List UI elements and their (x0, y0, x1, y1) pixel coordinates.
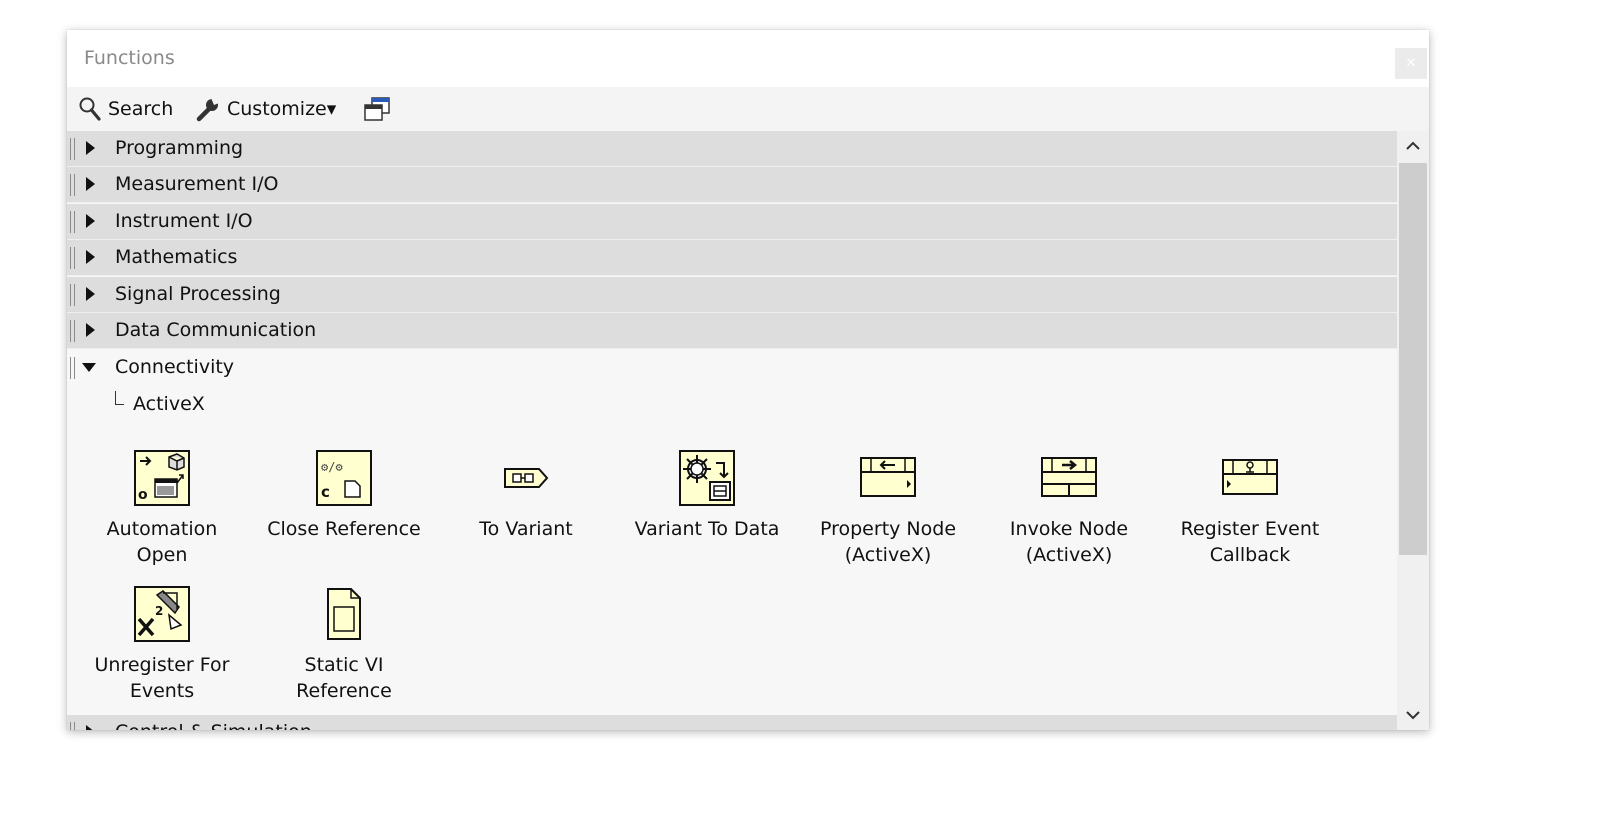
category-measurement-io[interactable]: Measurement I/O (67, 167, 1397, 203)
expand-arrow-icon[interactable] (86, 177, 95, 191)
function-close-reference[interactable]: ⚙/⚙ c Close Reference (254, 449, 434, 542)
property-node-icon (860, 457, 916, 497)
automation-open-icon: o (134, 450, 190, 506)
register-event-callback-icon (1222, 459, 1278, 495)
wrench-icon (196, 98, 219, 122)
window-title: Functions (84, 47, 175, 69)
category-connectivity[interactable]: Connectivity (67, 350, 1397, 386)
drag-grip-icon[interactable] (70, 320, 75, 342)
title-bar[interactable]: Functions ✕ (67, 30, 1429, 87)
function-label: To Variant (479, 518, 573, 540)
function-label: Automation Open (106, 518, 218, 566)
function-label: Property Node (ActiveX) (819, 518, 957, 566)
scroll-up-button[interactable] (1397, 131, 1429, 161)
scroll-down-button[interactable] (1397, 700, 1429, 730)
close-icon: ✕ (1405, 56, 1417, 71)
function-invoke-node[interactable]: Invoke Node (ActiveX) (979, 449, 1159, 568)
close-reference-icon: ⚙/⚙ c (316, 450, 372, 506)
drag-grip-icon[interactable] (70, 174, 75, 196)
expand-arrow-icon[interactable] (86, 214, 95, 228)
expand-arrow-icon[interactable] (86, 141, 95, 155)
toolbar: Search Customize▾ (67, 87, 1429, 132)
svg-text:c: c (321, 483, 330, 501)
functions-palette: Functions ✕ Search Customize▾ Programmin… (67, 30, 1429, 730)
customize-button[interactable]: Customize▾ (195, 96, 336, 122)
function-automation-open[interactable]: o Automation Open (72, 449, 252, 568)
drag-grip-icon[interactable] (70, 138, 75, 160)
unregister-events-icon: 2 (134, 586, 190, 642)
category-control-simulation[interactable]: Control & Simulation (67, 715, 1397, 730)
drag-grip-icon[interactable] (70, 247, 75, 269)
drag-grip-icon[interactable] (70, 211, 75, 233)
function-label: Static VI Reference (296, 654, 392, 702)
function-label: Register Event Callback (1180, 518, 1320, 566)
search-button[interactable]: Search (78, 96, 173, 122)
vertical-scrollbar[interactable] (1397, 131, 1429, 730)
category-label: Measurement I/O (115, 173, 279, 195)
function-static-vi-reference[interactable]: Static VI Reference (254, 585, 434, 704)
category-label: Signal Processing (115, 283, 281, 305)
static-vi-reference-icon (327, 588, 361, 640)
scrollbar-thumb[interactable] (1399, 163, 1427, 555)
category-programming[interactable]: Programming (67, 131, 1397, 167)
search-icon (79, 97, 101, 121)
function-register-event-callback[interactable]: Register Event Callback (1160, 449, 1340, 568)
category-label: Connectivity (115, 356, 235, 378)
subpalette-activex[interactable]: ActiveX (133, 393, 205, 415)
function-label: Unregister For Events (94, 654, 230, 702)
chevron-down-icon (1406, 711, 1420, 720)
category-label: Mathematics (115, 246, 238, 268)
function-unregister-events[interactable]: 2 Unregister For Events (72, 585, 252, 704)
invoke-node-icon (1041, 457, 1097, 497)
category-mathematics[interactable]: Mathematics (67, 240, 1397, 276)
collapse-arrow-icon[interactable] (82, 363, 96, 372)
function-label: Variant To Data (634, 518, 780, 540)
function-label: Close Reference (267, 518, 421, 540)
category-signal-processing[interactable]: Signal Processing (67, 277, 1397, 313)
customize-label: Customize▾ (227, 98, 337, 120)
svg-text:⚙/⚙: ⚙/⚙ (321, 460, 343, 474)
restore-palette-button[interactable] (363, 96, 393, 122)
function-to-variant[interactable]: To Variant (436, 449, 616, 542)
category-label: Data Communication (115, 319, 317, 341)
search-label: Search (108, 98, 174, 120)
svg-text:o: o (138, 487, 148, 503)
expand-arrow-icon[interactable] (86, 323, 95, 337)
category-list: Programming Measurement I/O Instrument I… (67, 131, 1397, 730)
tree-connector (115, 391, 124, 405)
drag-grip-icon[interactable] (70, 722, 75, 730)
expand-arrow-icon[interactable] (86, 287, 95, 301)
category-label: Instrument I/O (115, 210, 253, 232)
chevron-up-icon (1406, 141, 1420, 150)
category-instrument-io[interactable]: Instrument I/O (67, 204, 1397, 240)
expand-arrow-icon[interactable] (86, 250, 95, 264)
drag-grip-icon[interactable] (70, 357, 75, 379)
function-label: Invoke Node (ActiveX) (1009, 518, 1129, 566)
function-property-node[interactable]: Property Node (ActiveX) (798, 449, 978, 568)
category-data-communication[interactable]: Data Communication (67, 313, 1397, 349)
to-variant-icon (504, 468, 549, 488)
expand-arrow-icon[interactable] (86, 725, 95, 730)
category-label: Control & Simulation (115, 721, 312, 730)
category-label: Programming (115, 137, 244, 159)
function-variant-to-data[interactable]: Variant To Data (617, 449, 797, 542)
close-button[interactable]: ✕ (1395, 48, 1427, 79)
drag-grip-icon[interactable] (70, 284, 75, 306)
svg-text:2: 2 (155, 604, 163, 618)
variant-to-data-icon (679, 450, 735, 506)
window-restore-icon (364, 97, 390, 121)
